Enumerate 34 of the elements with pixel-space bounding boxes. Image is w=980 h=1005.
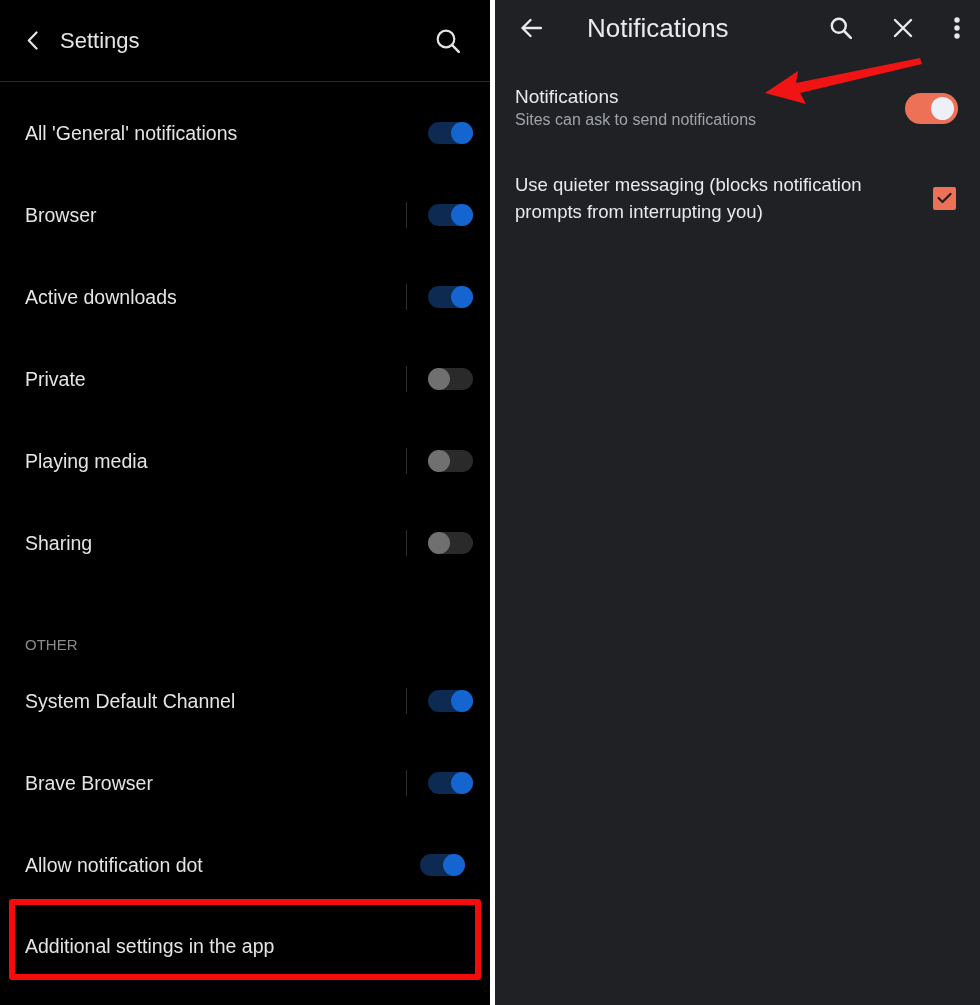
toggle-switch[interactable]: [428, 286, 473, 308]
channel-label[interactable]: Browser: [25, 202, 406, 228]
settings-link[interactable]: Additional settings in the app: [25, 932, 275, 959]
toggle-switch[interactable]: [428, 532, 473, 554]
setting-title: Use quieter messaging (blocks notification prompts from interrupting you): [515, 173, 863, 224]
channel-label[interactable]: Active downloads: [25, 284, 406, 310]
toggle-switch[interactable]: [428, 122, 473, 144]
more-options-icon[interactable]: [954, 17, 960, 39]
setting-description: Sites can ask to send notifications: [515, 110, 758, 130]
screen-title: Notifications: [587, 12, 729, 44]
channel-label[interactable]: Sharing: [25, 530, 406, 556]
toggle-switch[interactable]: [428, 772, 473, 794]
channel-label[interactable]: Allow notification dot: [25, 852, 420, 878]
toggle-switch[interactable]: [428, 204, 473, 226]
search-icon[interactable]: [830, 17, 852, 39]
channel-label[interactable]: Brave Browser: [25, 770, 406, 796]
channel-label[interactable]: All 'General' notifications: [25, 120, 428, 146]
back-arrow-icon[interactable]: [520, 18, 542, 38]
toggle-switch[interactable]: [428, 368, 473, 390]
toggle-switch[interactable]: [428, 690, 473, 712]
channel-label[interactable]: Private: [25, 366, 406, 392]
channel-label[interactable]: Playing media: [25, 448, 406, 474]
screen-title: Settings: [60, 26, 140, 55]
checkbox[interactable]: [933, 186, 956, 210]
toggle-switch[interactable]: [905, 92, 958, 124]
toggle-switch[interactable]: [428, 450, 473, 472]
setting-title: Notifications: [515, 85, 620, 109]
channel-label[interactable]: System Default Channel: [25, 688, 406, 714]
toggle-switch[interactable]: [420, 854, 465, 876]
checkmark-icon: [937, 192, 952, 204]
section-header: OTHER: [25, 636, 78, 654]
search-icon[interactable]: [436, 28, 460, 53]
close-icon[interactable]: [893, 18, 913, 38]
back-icon[interactable]: [27, 31, 38, 50]
